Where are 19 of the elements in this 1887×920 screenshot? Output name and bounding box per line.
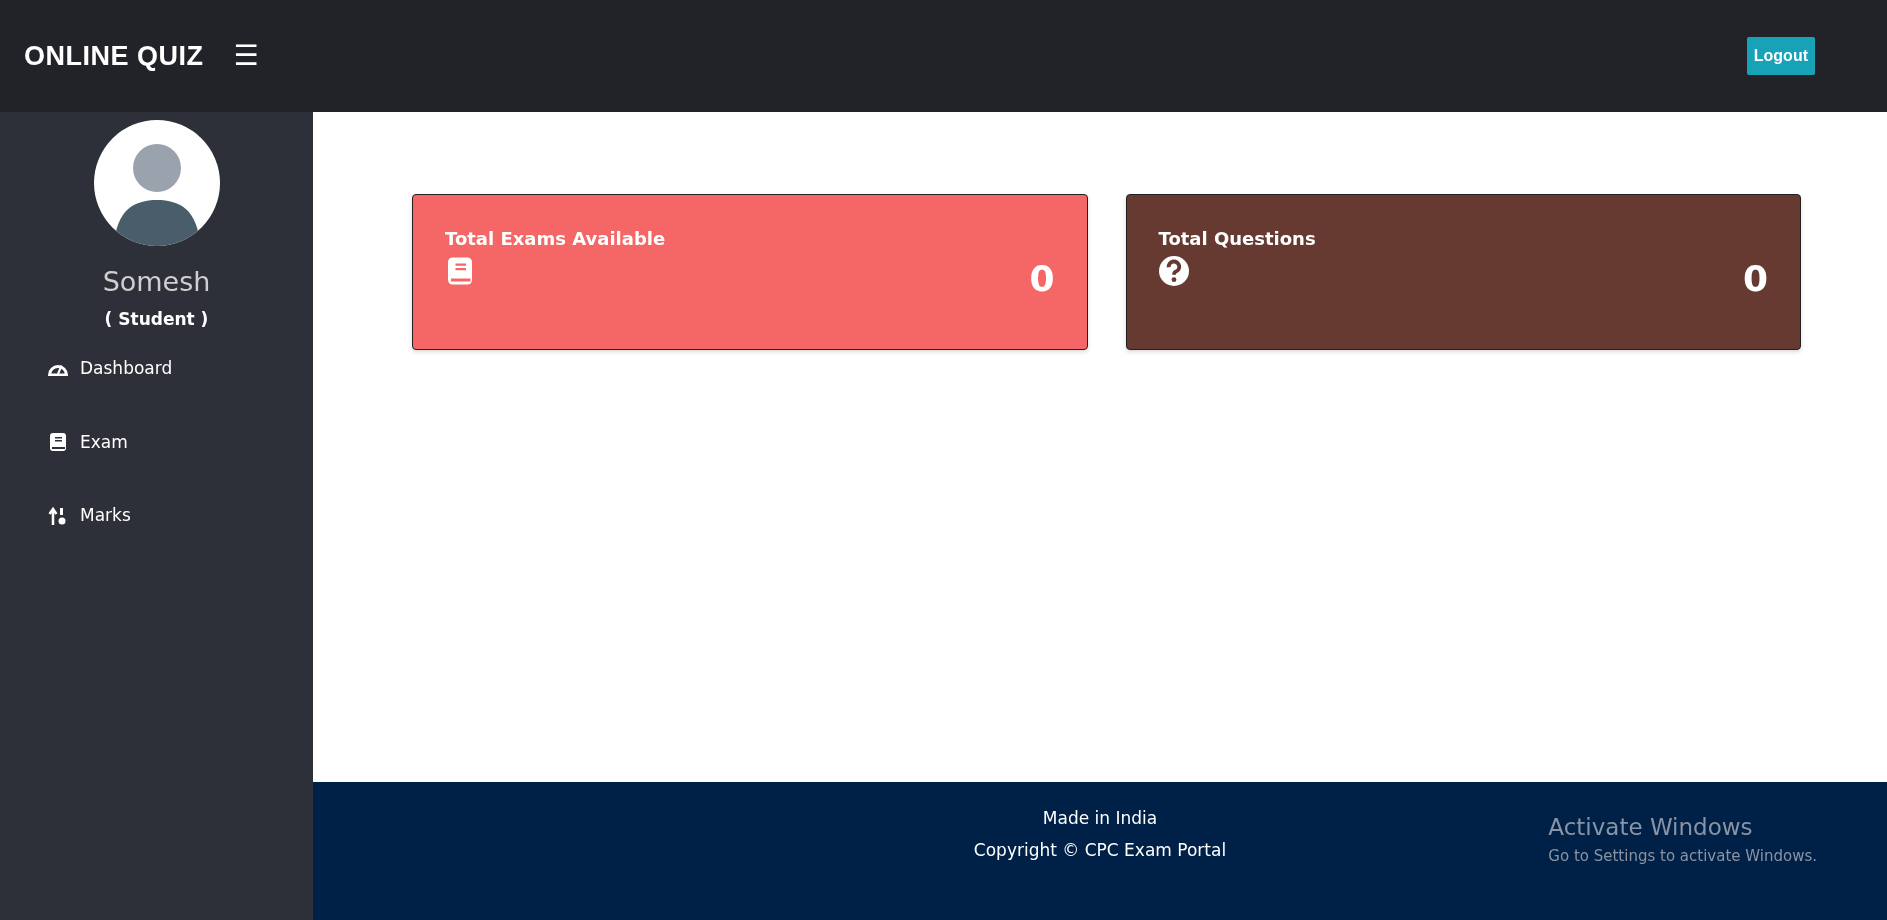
question-icon (1158, 256, 1189, 286)
activation-notice-text: Go to Settings to activate Windows. (1548, 845, 1817, 867)
sort-arrows-icon (48, 505, 68, 526)
menu-button[interactable]: ☰ (227, 41, 265, 71)
footer-text: Copyright © CPC Exam Portal (973, 838, 1227, 862)
card-title: Total Exams Available (445, 227, 667, 251)
brand-title: ONLINE QUIZ (24, 39, 204, 73)
card-value: 0 (1029, 257, 1055, 301)
book-icon (445, 256, 475, 286)
sidebar-item[interactable]: Exam (48, 429, 313, 455)
activation-notice-title: Activate Windows (1548, 813, 1754, 842)
footer-text: Made in India (1042, 807, 1158, 830)
user-role: ( Student ) (104, 307, 209, 331)
sidebar-item[interactable]: Dashboard (48, 356, 313, 382)
sidebar-item[interactable]: Marks (48, 503, 313, 529)
book-icon (48, 432, 68, 453)
card-title: Total Questions (1158, 227, 1317, 251)
card-value: 0 (1742, 257, 1768, 301)
user-name: Somesh (102, 265, 211, 299)
